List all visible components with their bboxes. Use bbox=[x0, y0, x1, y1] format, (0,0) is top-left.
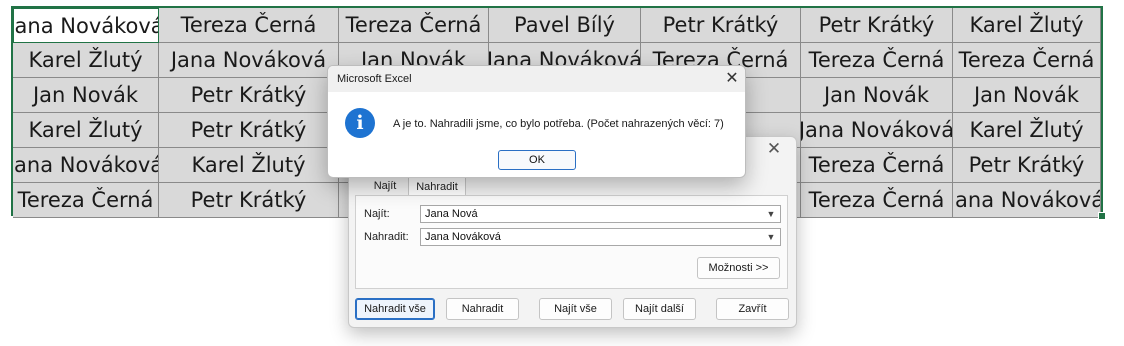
tab-find[interactable]: Najít bbox=[362, 176, 408, 196]
replace-field-value: Jana Nováková bbox=[425, 231, 501, 243]
sheet-cell[interactable]: Tereza Černá bbox=[801, 43, 953, 78]
ok-button[interactable]: OK bbox=[498, 150, 576, 170]
message-box-title: Microsoft Excel bbox=[337, 73, 412, 85]
sheet-cell[interactable]: Jan Novák bbox=[801, 78, 953, 113]
sheet-cell[interactable]: Jana Nováková bbox=[801, 113, 953, 148]
sheet-cell[interactable]: Petr Krátký bbox=[159, 78, 339, 113]
find-replace-close-icon[interactable]: ✕ bbox=[766, 140, 782, 157]
sheet-cell[interactable]: Petr Krátký bbox=[641, 8, 801, 43]
sheet-cell[interactable]: Tereza Černá bbox=[159, 8, 339, 43]
sheet-cell[interactable]: Pavel Bílý bbox=[489, 8, 641, 43]
sheet-cell[interactable]: Petr Krátký bbox=[159, 113, 339, 148]
sheet-cell[interactable]: Petr Krátký bbox=[159, 183, 339, 218]
find-field[interactable]: Jana Nová ▼ bbox=[420, 205, 781, 223]
sheet-cell[interactable]: Karel Žlutý bbox=[13, 113, 159, 148]
tab-find-label: Najít bbox=[373, 180, 397, 192]
chevron-down-icon[interactable]: ▼ bbox=[764, 207, 778, 221]
find-next-button[interactable]: Najít další bbox=[623, 298, 696, 320]
replace-button[interactable]: Nahradit bbox=[446, 298, 519, 320]
message-box-titlebar[interactable]: Microsoft Excel ✕ bbox=[328, 66, 745, 92]
tab-replace-label: Nahradit bbox=[416, 181, 458, 193]
sheet-cell[interactable]: Tereza Černá bbox=[801, 183, 953, 218]
sheet-cell[interactable]: Jana Nováková bbox=[13, 148, 159, 183]
find-all-button[interactable]: Najít vše bbox=[539, 298, 612, 320]
sheet-cell[interactable]: Karel Žlutý bbox=[159, 148, 339, 183]
find-label: Najít: bbox=[364, 208, 390, 220]
sheet-cell[interactable]: Jan Novák bbox=[13, 78, 159, 113]
sheet-cell[interactable]: Tereza Černá bbox=[953, 43, 1101, 78]
find-field-value: Jana Nová bbox=[425, 208, 478, 220]
sheet-cell[interactable]: Karel Žlutý bbox=[13, 43, 159, 78]
replace-label: Nahradit: bbox=[364, 231, 409, 243]
sheet-cell[interactable]: Tereza Černá bbox=[801, 148, 953, 183]
replace-all-button[interactable]: Nahradit vše bbox=[355, 298, 435, 320]
message-box: Microsoft Excel ✕ i A je to. Nahradili j… bbox=[327, 65, 746, 178]
sheet-cell[interactable]: Karel Žlutý bbox=[953, 113, 1101, 148]
sheet-cell[interactable]: Jan Novák bbox=[953, 78, 1101, 113]
sheet-cell[interactable]: Jana Nováková bbox=[953, 183, 1101, 218]
options-button[interactable]: Možnosti >> bbox=[697, 257, 780, 279]
close-button[interactable]: Zavřít bbox=[716, 298, 789, 320]
close-icon[interactable]: ✕ bbox=[722, 69, 742, 89]
sheet-cell[interactable]: Karel Žlutý bbox=[953, 8, 1101, 43]
chevron-down-icon[interactable]: ▼ bbox=[764, 230, 778, 244]
sheet-cell[interactable]: Jana Nováková bbox=[159, 43, 339, 78]
fill-handle[interactable] bbox=[1098, 212, 1106, 220]
sheet-cell[interactable]: Petr Krátký bbox=[953, 148, 1101, 183]
sheet-cell[interactable]: Tereza Černá bbox=[339, 8, 489, 43]
tab-replace[interactable]: Nahradit bbox=[408, 176, 466, 196]
sheet-cell[interactable]: Tereza Černá bbox=[13, 183, 159, 218]
info-icon: i bbox=[345, 108, 375, 138]
message-text: A je to. Nahradili jsme, co bylo potřeba… bbox=[393, 118, 724, 130]
sheet-cell[interactable]: Petr Krátký bbox=[801, 8, 953, 43]
sheet-cell[interactable]: Jana Nováková bbox=[13, 8, 159, 43]
replace-field[interactable]: Jana Nováková ▼ bbox=[420, 228, 781, 246]
